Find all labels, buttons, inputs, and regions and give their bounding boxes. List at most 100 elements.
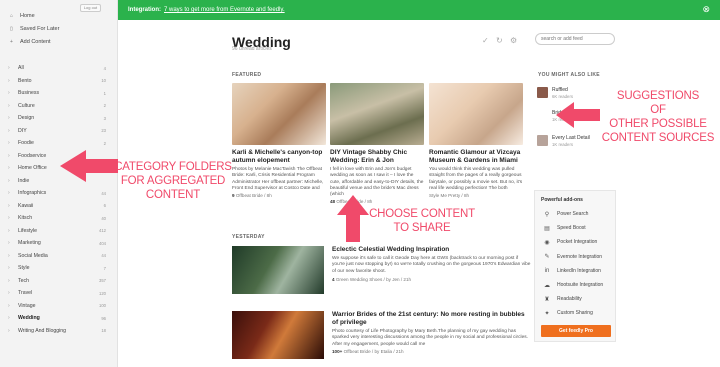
category-label: Travel: [18, 290, 33, 296]
chevron-right-icon[interactable]: ›: [8, 65, 18, 71]
addon-item[interactable]: ☁ Hootsuite Integration: [543, 281, 603, 289]
sidebar-category[interactable]: › Kawaii 6: [8, 202, 106, 210]
nav-add-content[interactable]: + Add Content: [10, 39, 51, 45]
category-label: Tech: [18, 277, 29, 284]
sidebar-category[interactable]: › Travel 120: [8, 289, 106, 297]
article-meta: 4 Green Wedding Shoes / by Jen / 21h: [332, 277, 411, 282]
chevron-right-icon[interactable]: ›: [8, 140, 18, 146]
addon-label: Custom Sharing: [557, 310, 593, 317]
list-item[interactable]: Warrior Brides of the 21st century: No m…: [232, 311, 528, 359]
search-input[interactable]: [535, 33, 615, 45]
addon-label: Readability: [557, 296, 582, 303]
avatar[interactable]: [537, 87, 548, 98]
logout-button[interactable]: Log out: [80, 4, 101, 12]
sidebar-category[interactable]: › Kitsch 40: [8, 214, 106, 222]
sidebar-category[interactable]: › Business 1: [8, 89, 106, 97]
featured-title[interactable]: Romantic Glamour at Vizcaya Museum & Gar…: [429, 149, 523, 165]
sidebar-category[interactable]: › All 4: [8, 64, 106, 72]
sidebar-category[interactable]: › Design 3: [8, 114, 106, 122]
category-label: Culture: [18, 102, 35, 109]
featured-image[interactable]: [232, 83, 326, 145]
chevron-right-icon[interactable]: ›: [8, 315, 18, 321]
addon-item[interactable]: ▤ Speed Boost: [543, 224, 585, 232]
addon-item[interactable]: ✎ Evernote Integration: [543, 253, 602, 261]
sidebar-category[interactable]: › DIY 23: [8, 127, 106, 135]
sidebar-category[interactable]: › Wedding 96: [8, 314, 106, 322]
chevron-right-icon[interactable]: ›: [8, 240, 18, 246]
sidebar-category[interactable]: › Vintage 100: [8, 302, 106, 310]
addon-item[interactable]: in LinkedIn Integration: [543, 267, 601, 275]
chevron-right-icon[interactable]: ›: [8, 115, 18, 121]
category-count: 2: [103, 140, 106, 146]
get-pro-button[interactable]: Get feedly Pro: [541, 325, 611, 337]
mark-read-icon[interactable]: ✓: [482, 36, 489, 45]
article-thumbnail[interactable]: [232, 311, 324, 359]
chevron-right-icon[interactable]: ›: [8, 328, 18, 334]
sidebar-category[interactable]: › Bento 10: [8, 77, 106, 85]
chevron-right-icon[interactable]: ›: [8, 303, 18, 309]
category-count: 404: [99, 240, 106, 246]
sidebar-category[interactable]: › Tech 357: [8, 277, 106, 285]
chevron-right-icon[interactable]: ›: [8, 128, 18, 134]
featured-desc: I fell in love with Erin and Jon's budge…: [330, 167, 424, 198]
banner-link[interactable]: 7 ways to get more from Evernote and fee…: [164, 7, 285, 13]
category-label: Marketing: [18, 240, 41, 246]
source-meta: Offbeat Bride / 8h: [235, 193, 272, 199]
suggestion-item[interactable]: Every Last Detail 1K readers: [552, 135, 590, 147]
category-count: 96: [101, 315, 106, 321]
featured-title[interactable]: Karli & Michelle's canyon-top autumn elo…: [232, 149, 326, 165]
chevron-right-icon[interactable]: ›: [8, 265, 18, 271]
category-label: Infographics: [18, 190, 47, 196]
chevron-right-icon[interactable]: ›: [8, 203, 18, 209]
addon-label: Pocket Integration: [557, 239, 598, 246]
sharing-icon: ✦: [544, 310, 550, 317]
avatar[interactable]: [537, 135, 548, 146]
close-icon[interactable]: ⊗: [702, 5, 710, 14]
chevron-right-icon[interactable]: ›: [8, 90, 18, 96]
suggestion-name[interactable]: Every Last Detail: [552, 135, 590, 141]
engagement-count: 9: [232, 193, 235, 199]
chevron-right-icon[interactable]: ›: [8, 153, 18, 159]
chevron-right-icon[interactable]: ›: [8, 228, 18, 234]
featured-image[interactable]: [330, 83, 424, 145]
home-icon: ⌂: [10, 13, 14, 19]
article-title[interactable]: Eclectic Celestial Wedding Inspiration: [332, 246, 532, 254]
chevron-right-icon[interactable]: ›: [8, 290, 18, 296]
sidebar-category[interactable]: › Social Media 44: [8, 252, 106, 260]
sidebar-category[interactable]: › Marketing 404: [8, 239, 106, 247]
nav-saved-for-later[interactable]: ▯ Saved For Later: [10, 26, 59, 32]
chevron-right-icon[interactable]: ›: [8, 190, 18, 196]
sidebar-category[interactable]: › Infographics 44: [8, 189, 106, 197]
addon-item[interactable]: ◉ Pocket Integration: [543, 238, 597, 246]
suggestion-item[interactable]: Ruffled 6K readers: [552, 87, 573, 99]
category-count: 44: [101, 253, 106, 258]
sidebar-category[interactable]: › Culture 2: [8, 102, 106, 110]
addon-item[interactable]: ♜ Readability: [543, 295, 582, 303]
nav-home[interactable]: ⌂ Home: [10, 13, 35, 19]
gear-icon[interactable]: ⚙: [510, 36, 517, 45]
article-title[interactable]: Warrior Brides of the 21st century: No m…: [332, 311, 532, 327]
sidebar-category[interactable]: › Style 7: [8, 264, 106, 272]
chevron-right-icon[interactable]: ›: [8, 78, 18, 84]
yesterday-label: YESTERDAY: [232, 234, 265, 240]
chevron-right-icon[interactable]: ›: [8, 215, 18, 221]
list-item[interactable]: Eclectic Celestial Wedding Inspiration W…: [232, 246, 530, 294]
article-thumbnail[interactable]: [232, 246, 324, 294]
category-count: 357: [99, 278, 106, 283]
chevron-right-icon[interactable]: ›: [8, 278, 18, 284]
refresh-icon[interactable]: ↻: [496, 36, 503, 45]
featured-card[interactable]: Karli & Michelle's canyon-top autumn elo…: [232, 83, 326, 198]
chevron-right-icon[interactable]: ›: [8, 103, 18, 109]
chevron-right-icon[interactable]: ›: [8, 253, 18, 259]
suggestion-name[interactable]: Ruffled: [552, 87, 573, 93]
featured-image[interactable]: [429, 83, 523, 145]
sidebar-category[interactable]: › Writing And Blogging 18: [8, 327, 106, 335]
addon-item[interactable]: ⚲ Power Search: [543, 210, 589, 218]
chevron-right-icon[interactable]: ›: [8, 178, 18, 184]
addon-item[interactable]: ✦ Custom Sharing: [543, 309, 593, 317]
chevron-right-icon[interactable]: ›: [8, 165, 18, 171]
featured-card[interactable]: Romantic Glamour at Vizcaya Museum & Gar…: [429, 83, 523, 198]
sidebar-category[interactable]: › Lifestyle 412: [8, 227, 106, 235]
featured-title[interactable]: DIY Vintage Shabby Chic Wedding: Erin & …: [330, 149, 424, 165]
featured-card[interactable]: DIY Vintage Shabby Chic Wedding: Erin & …: [330, 83, 424, 204]
